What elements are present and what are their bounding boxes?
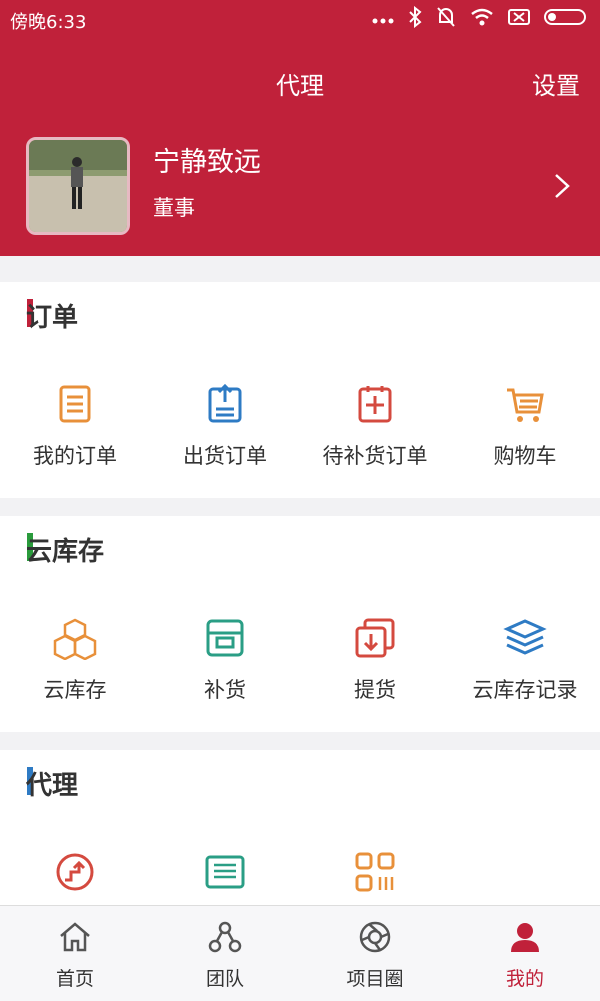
mute-bell-icon [436, 6, 456, 33]
tab-project-circle-label: 项目圈 [346, 968, 404, 990]
cart-button[interactable]: 购物车 [450, 382, 600, 470]
agent-section: 代理 [0, 750, 600, 905]
my-orders-label: 我的订单 [33, 444, 117, 468]
ship-out-icon [203, 382, 247, 430]
agent-grid [0, 850, 600, 905]
avatar[interactable] [26, 137, 130, 235]
header: 傍晚6:33 代理 设置 宁静致远 董事 [0, 0, 600, 256]
restock-orders-button[interactable]: 待补货订单 [300, 382, 450, 470]
orders-section-title: 订单 [26, 303, 79, 333]
pickup-button[interactable]: 提货 [300, 616, 450, 704]
pickup-icon [353, 616, 397, 664]
tab-mine[interactable]: 我的 [450, 906, 600, 1001]
bottom-tab-bar: 首页 团队 项目圈 我的 [0, 905, 600, 1001]
qr-button[interactable] [300, 850, 450, 905]
agent-section-title: 代理 [26, 771, 79, 801]
cloud-stock-section-title: 云库存 [26, 537, 105, 567]
user-icon [508, 920, 542, 958]
orders-grid: 我的订单 出货订单 待补货订单 购物车 [0, 382, 600, 470]
layers-icon [503, 616, 547, 664]
bluetooth-icon [408, 5, 422, 33]
tab-team-label: 团队 [205, 968, 244, 990]
replenish-label: 补货 [204, 678, 246, 702]
replenish-button[interactable]: 补货 [150, 616, 300, 704]
battery-icon [544, 8, 588, 31]
cloud-stock-record-button[interactable]: 云库存记录 [450, 616, 600, 704]
list-icon [53, 382, 97, 430]
my-orders-button[interactable]: 我的订单 [0, 382, 150, 470]
restock-icon [353, 382, 397, 430]
authorization-icon [203, 850, 247, 898]
cart-label: 购物车 [493, 444, 557, 468]
chevron-right-icon[interactable] [548, 173, 574, 199]
pickup-label: 提货 [354, 678, 396, 702]
orders-section: 订单 我的订单 出货订单 待补货订单 购物车 [0, 282, 600, 498]
page-title: 代理 [276, 72, 324, 100]
authorization-button[interactable] [150, 850, 300, 905]
settings-button[interactable]: 设置 [532, 66, 580, 101]
upgrade-button[interactable] [0, 850, 150, 905]
cloud-stock-button[interactable]: 云库存 [0, 616, 150, 704]
more-dots-icon [372, 9, 394, 30]
status-time: 傍晚6:33 [10, 12, 87, 33]
cloud-stock-section: 云库存 云库存 补货 提货 云库存记录 [0, 516, 600, 732]
qr-icon [353, 850, 397, 898]
status-icons [372, 5, 588, 33]
replenish-icon [203, 616, 247, 664]
wifi-icon [470, 8, 494, 31]
profile-name: 宁静致远 [153, 147, 261, 178]
status-bar: 傍晚6:33 [0, 0, 600, 40]
cloud-stock-grid: 云库存 补货 提货 云库存记录 [0, 616, 600, 704]
restock-orders-label: 待补货订单 [322, 444, 428, 468]
tab-mine-label: 我的 [505, 968, 544, 990]
cloud-stock-label: 云库存 [43, 678, 107, 702]
team-icon [208, 920, 242, 958]
profile-role: 董事 [153, 196, 195, 220]
boxes-icon [53, 616, 97, 664]
tab-home-label: 首页 [55, 968, 94, 990]
tab-team[interactable]: 团队 [150, 906, 300, 1001]
cart-icon [503, 382, 547, 430]
upgrade-icon [53, 850, 97, 898]
home-icon [58, 920, 92, 958]
shipping-orders-label: 出货订单 [183, 444, 267, 468]
circle-icon [358, 920, 392, 958]
cloud-stock-record-label: 云库存记录 [472, 678, 578, 702]
tab-project-circle[interactable]: 项目圈 [300, 906, 450, 1001]
shipping-orders-button[interactable]: 出货订单 [150, 382, 300, 470]
tab-home[interactable]: 首页 [0, 906, 150, 1001]
sim-icon [508, 8, 530, 31]
